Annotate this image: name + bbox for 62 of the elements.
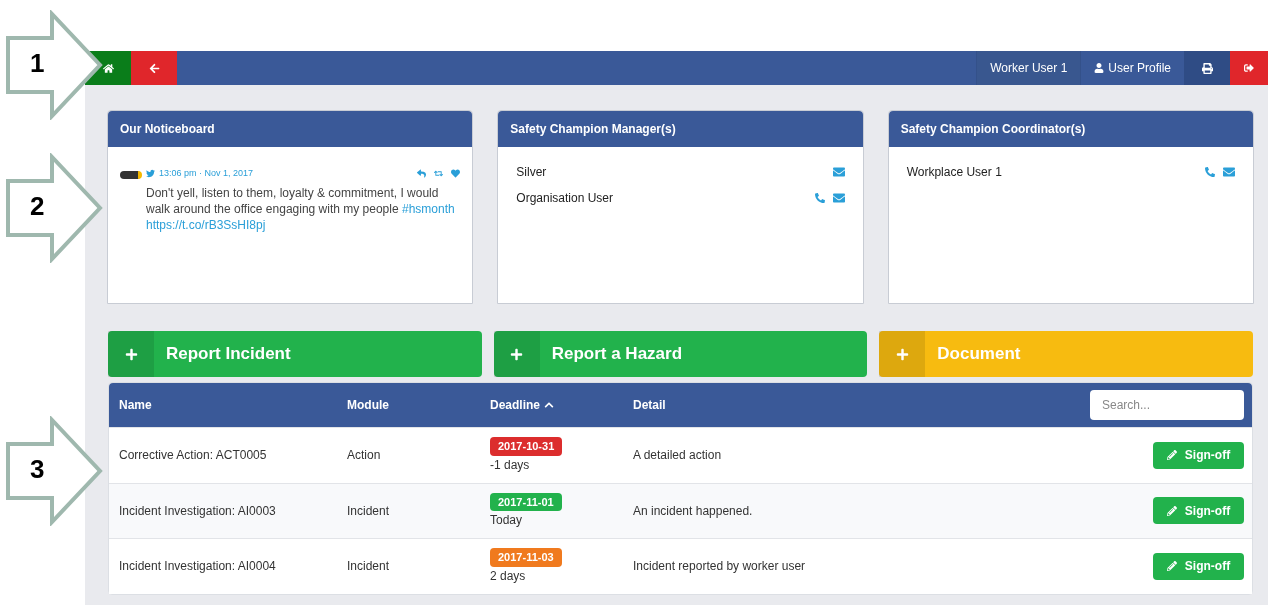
panel-title: Safety Champion Coordinator(s) <box>900 121 1086 138</box>
contact-name: Silver <box>516 164 548 181</box>
user-icon <box>1094 63 1105 73</box>
callout-number: 1 <box>30 50 45 76</box>
days-remaining: -1 days <box>490 456 530 474</box>
email-icon[interactable] <box>832 192 845 204</box>
logo-icon <box>120 171 142 179</box>
deadline-badge: 2017-11-03 <box>490 548 562 567</box>
table-cell-text: Incident Investigation: AI0004 <box>118 558 277 576</box>
table-cell-text: Incident Investigation: AI0003 <box>118 502 277 520</box>
sign-off-button[interactable]: Sign-off <box>1153 497 1244 525</box>
days-remaining: 2 days <box>490 567 526 585</box>
home-icon <box>102 62 114 74</box>
table-cell-text: An incident happened. <box>633 502 754 520</box>
print-button[interactable] <box>1184 51 1230 85</box>
phone-icon[interactable] <box>1205 167 1215 177</box>
callout-number: 3 <box>30 456 45 482</box>
table-cell-text: A detailed action <box>633 447 723 465</box>
sign-off-button[interactable]: Sign-off <box>1153 552 1244 580</box>
email-icon[interactable] <box>832 166 845 178</box>
logout-icon <box>1244 63 1254 73</box>
email-icon[interactable] <box>1223 166 1235 178</box>
heart-icon[interactable] <box>451 169 461 179</box>
deadline-badge: 2017-11-01 <box>490 492 562 511</box>
contact-name: Workplace User 1 <box>906 164 1003 181</box>
callout-number: 2 <box>30 193 45 219</box>
panel-title: Our Noticeboard <box>120 121 215 138</box>
pencil-icon <box>1166 505 1177 516</box>
table-cell-text: Incident reported by worker user <box>633 558 807 576</box>
plus-icon <box>510 347 524 361</box>
deadline-badge: 2017-10-31 <box>490 437 563 456</box>
column-header[interactable]: Deadline <box>490 396 633 414</box>
pencil-icon <box>1166 561 1177 572</box>
panel-title: Safety Champion Manager(s) <box>510 121 676 138</box>
contact-name: Organisation User <box>516 190 615 207</box>
left-arrow-icon <box>148 62 160 74</box>
table-cell-text: Corrective Action: ACT0005 <box>118 447 268 465</box>
print-icon <box>1201 62 1213 74</box>
column-header[interactable]: Module <box>347 396 490 414</box>
action-button[interactable]: Document <box>879 331 1253 377</box>
search-field[interactable]: Search... <box>1090 390 1244 420</box>
column-header[interactable]: Detail <box>633 396 1090 414</box>
table-cell-text: Incident <box>347 558 391 576</box>
column-header[interactable]: Name <box>109 396 347 414</box>
retweet-icon[interactable] <box>434 169 444 179</box>
pencil-icon <box>1166 450 1177 461</box>
bird-icon <box>146 169 155 179</box>
phone-icon[interactable] <box>814 193 825 203</box>
plus-icon <box>124 347 138 361</box>
table-cell-text: Incident <box>347 502 391 520</box>
tweet-time: 13:06 pm · Nov 1, 2017 <box>159 167 254 180</box>
plus-icon <box>895 347 909 361</box>
action-button[interactable]: Report a Hazard <box>493 331 868 377</box>
tweet-link[interactable]: https://t.co/rB3SsHI8pj <box>146 217 266 232</box>
sign-off-button[interactable]: Sign-off <box>1153 441 1244 469</box>
tweet-text: Don't yell, listen to them, loyalty & commitment, I would walk around the office engaging with my people #hsmonth https://t.co/rB3SsHI8pj <box>146 184 456 233</box>
user-name: Worker User 1 <box>976 51 1081 85</box>
reply-icon[interactable] <box>417 169 427 179</box>
table-cell-text: Action <box>347 447 382 465</box>
tweet-link[interactable]: #hsmonth <box>401 201 455 216</box>
action-button[interactable]: Report Incident <box>108 331 482 377</box>
days-remaining: Today <box>490 512 523 529</box>
